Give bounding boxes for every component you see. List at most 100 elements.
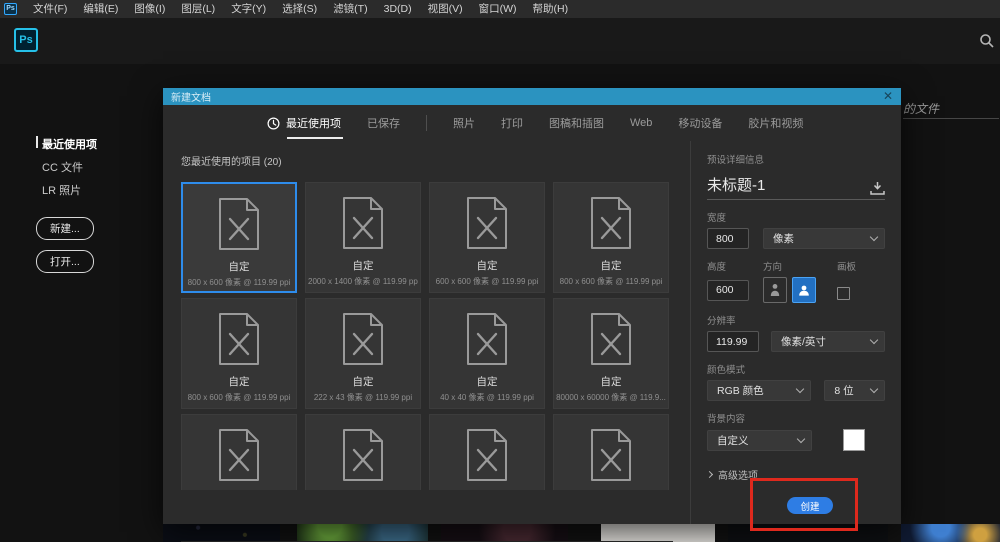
width-unit-select[interactable]: 像素 — [763, 228, 885, 249]
preset-spec: 40 x 40 像素 @ 119.99 ppi — [440, 392, 534, 403]
open-button[interactable]: 打开... — [36, 250, 94, 273]
background-contents-value: 自定义 — [717, 433, 798, 448]
dialog-tab[interactable]: 最近使用项 — [267, 105, 341, 141]
background-color-swatch[interactable] — [843, 429, 865, 451]
document-x-icon — [588, 196, 634, 250]
document-x-icon — [216, 197, 262, 251]
chevron-down-icon — [796, 385, 804, 393]
height-input[interactable]: 600 — [707, 280, 749, 301]
dialog-tab[interactable]: 图稿和插图 — [549, 105, 604, 141]
document-x-icon — [464, 196, 510, 250]
height-label: 高度 — [707, 259, 763, 273]
tab-label: 胶片和视频 — [748, 115, 803, 131]
orientation-portrait-button[interactable] — [763, 277, 787, 303]
menu-item[interactable]: 文件(F) — [25, 0, 75, 18]
document-preset-card[interactable]: 自定 800 x 600 像素 @ 119.99 ppi — [181, 182, 297, 293]
menu-item[interactable]: 文字(Y) — [223, 0, 274, 18]
advanced-options-toggle[interactable]: 高级选项 — [707, 467, 885, 482]
document-preset-card[interactable] — [429, 414, 545, 490]
dialog-tab[interactable]: 已保存 — [367, 105, 400, 141]
background-contents-select[interactable]: 自定义 — [707, 430, 812, 451]
app-toolbar-band — [0, 18, 1000, 64]
recent-file-thumbnail[interactable] — [601, 524, 715, 542]
recent-file-thumbnail[interactable] — [297, 524, 428, 542]
sidebar-item[interactable]: LR 照片 — [36, 182, 97, 198]
search-icon[interactable] — [978, 32, 996, 50]
sidebar-item[interactable]: CC 文件 — [36, 159, 97, 175]
orientation-label: 方向 — [763, 259, 837, 273]
menu-item[interactable]: 视图(V) — [420, 0, 471, 18]
document-preset-card[interactable]: 自定 800 x 600 像素 @ 119.99 ppi — [553, 182, 669, 293]
width-label: 宽度 — [707, 210, 885, 224]
new-button[interactable]: 新建... — [36, 217, 94, 240]
menu-item[interactable]: 编辑(E) — [75, 0, 126, 18]
recent-items-grid: 自定 800 x 600 像素 @ 119.99 ppi 自定 2000 x 1… — [181, 182, 673, 490]
menu-item[interactable]: 窗口(W) — [471, 0, 525, 18]
preset-name: 自定 — [229, 374, 250, 389]
recent-file-thumbnail[interactable] — [901, 524, 1000, 542]
recent-items-header: 您最近使用的项目 (20) — [181, 153, 690, 168]
document-preset-card[interactable]: 自定 800 x 600 像素 @ 119.99 ppi — [181, 298, 297, 409]
document-name-input[interactable]: 未标题-1 — [707, 174, 870, 195]
preset-name: 自定 — [601, 258, 622, 273]
document-x-icon — [588, 428, 634, 482]
tab-label: 最近使用项 — [286, 115, 341, 131]
tab-label: 打印 — [501, 115, 523, 131]
dialog-tab[interactable]: 照片 — [453, 105, 475, 141]
menu-item[interactable]: 3D(D) — [376, 0, 420, 18]
sidebar-item[interactable]: 最近使用项 — [36, 136, 97, 152]
document-preset-card[interactable] — [305, 414, 421, 490]
create-button[interactable]: 创建 — [787, 497, 833, 514]
resolution-input[interactable]: 119.99 — [707, 331, 759, 352]
resolution-unit-select[interactable]: 像素/英寸 — [771, 331, 885, 352]
recent-items-section: 您最近使用的项目 (20) 自定 800 x 600 像素 @ 119.99 p… — [163, 141, 690, 524]
recent-file-thumbnail[interactable] — [163, 524, 280, 542]
recent-file-thumbnail[interactable] — [728, 524, 888, 542]
document-x-icon — [464, 312, 510, 366]
menu-item[interactable]: 图像(I) — [126, 0, 173, 18]
document-x-icon — [340, 312, 386, 366]
dialog-tab[interactable]: 打印 — [501, 105, 523, 141]
close-icon[interactable]: ✕ — [883, 88, 893, 105]
menu-item[interactable]: 图层(L) — [173, 0, 223, 18]
panel-header: 预设详细信息 — [707, 152, 885, 166]
document-preset-card[interactable] — [181, 414, 297, 490]
preset-name: 自定 — [477, 374, 498, 389]
dialog-tab[interactable]: 胶片和视频 — [748, 105, 803, 141]
recent-file-thumbnail[interactable] — [441, 524, 568, 542]
preset-name: 自定 — [353, 258, 374, 273]
save-preset-icon[interactable] — [870, 182, 885, 195]
document-preset-card[interactable]: 自定 40 x 40 像素 @ 119.99 ppi — [429, 298, 545, 409]
menu-item[interactable]: 帮助(H) — [525, 0, 577, 18]
dialog-tab[interactable]: 移动设备 — [678, 105, 722, 141]
tab-label: 图稿和插图 — [549, 115, 604, 131]
document-preset-card[interactable]: 自定 600 x 600 像素 @ 119.99 ppi — [429, 182, 545, 293]
menu-item[interactable]: 滤镜(T) — [325, 0, 375, 18]
menu-bar: Ps 文件(F)编辑(E)图像(I)图层(L)文字(Y)选择(S)滤镜(T)3D… — [0, 0, 1000, 18]
preset-spec: 80000 x 60000 像素 @ 119.9... — [556, 392, 666, 403]
color-mode-label: 颜色模式 — [707, 362, 885, 376]
chevron-down-icon — [870, 233, 878, 241]
document-preset-card[interactable]: 自定 80000 x 60000 像素 @ 119.9... — [553, 298, 669, 409]
dialog-tab[interactable]: Web — [630, 105, 652, 141]
artboard-checkbox[interactable] — [837, 287, 850, 300]
document-x-icon — [216, 428, 262, 482]
background-partial-text: 的文件 — [903, 100, 939, 117]
preset-spec: 600 x 600 像素 @ 119.99 ppi — [436, 276, 539, 287]
dialog-title: 新建文档 — [171, 89, 883, 104]
document-x-icon — [340, 428, 386, 482]
bit-depth-select[interactable]: 8 位 — [824, 380, 885, 401]
document-preset-card[interactable] — [553, 414, 669, 490]
dialog-title-bar: 新建文档 ✕ — [163, 88, 901, 105]
preset-name: 自定 — [477, 258, 498, 273]
orientation-landscape-button[interactable] — [792, 277, 816, 303]
color-mode-select[interactable]: RGB 颜色 — [707, 380, 811, 401]
new-document-dialog: 新建文档 ✕ 最近使用项 已保存 照片 — [163, 88, 901, 524]
menu-item[interactable]: 选择(S) — [274, 0, 325, 18]
artboard-label: 画板 — [837, 259, 885, 273]
width-input[interactable]: 800 — [707, 228, 749, 249]
preset-spec: 800 x 600 像素 @ 119.99 ppi — [188, 392, 291, 403]
document-preset-card[interactable]: 自定 2000 x 1400 像素 @ 119.99 ppi — [305, 182, 421, 293]
ps-app-icon[interactable]: Ps — [4, 3, 17, 15]
document-preset-card[interactable]: 自定 222 x 43 像素 @ 119.99 ppi — [305, 298, 421, 409]
